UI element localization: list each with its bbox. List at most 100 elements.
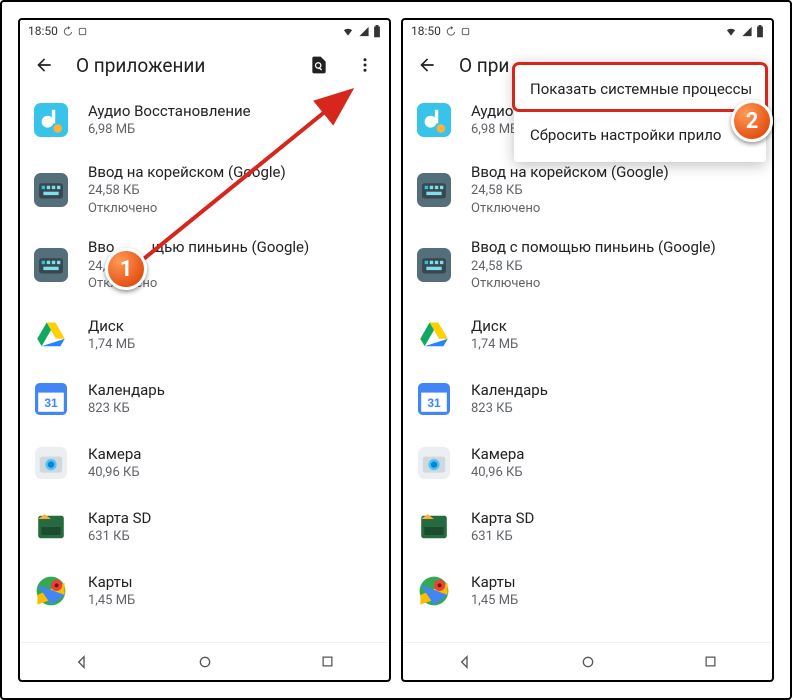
app-text: Карта SD631 КБ (471, 508, 758, 546)
app-name: Ввод на корейском (Google) (471, 162, 758, 182)
app-list: Аудио Восстановление6,98 МБ Ввод на корей… (20, 88, 389, 642)
find-in-page-icon[interactable] (305, 51, 333, 79)
calendar-icon: 31 (34, 382, 68, 416)
app-status: Отключено (471, 200, 758, 218)
app-name: Аудио Восстановление (88, 101, 375, 121)
audio-recovery-icon (417, 103, 451, 137)
app-status: Отключено (88, 200, 375, 218)
svg-text:31: 31 (44, 396, 58, 410)
app-sub: 631 КБ (88, 528, 375, 546)
wifi-icon (341, 26, 355, 37)
app-list-item[interactable]: Диск1,74 МБ (20, 303, 389, 367)
app-sub: 24,58 КБ (88, 182, 375, 200)
nav-recent[interactable] (308, 654, 348, 669)
app-name: Ввод на корейском (Google) (88, 162, 375, 182)
svg-text:31: 31 (427, 396, 441, 410)
app-sub: 823 КБ (471, 400, 758, 418)
app-text: Карты1,45 МБ (471, 572, 758, 610)
app-text: Ввод с помощью пиньинь (Google)24,58 КБО… (471, 237, 758, 292)
back-button[interactable] (30, 51, 58, 79)
nav-back[interactable] (62, 654, 102, 670)
app-text: Карта SD631 КБ (88, 508, 375, 546)
sdcard-icon (34, 510, 68, 544)
app-sub: 40,96 КБ (471, 464, 758, 482)
app-name: Диск (88, 316, 375, 336)
app-sub: 6,98 МБ (88, 121, 375, 139)
app-list-item[interactable]: 31 Календарь823 КБ (20, 367, 389, 431)
status-bar: 18:50 (403, 20, 772, 42)
calendar-icon: 31 (417, 382, 451, 416)
app-sub: 631 КБ (471, 528, 758, 546)
app-sub: 24,58 КБ (471, 258, 758, 276)
app-name: Карты (471, 572, 758, 592)
sdcard-icon (417, 510, 451, 544)
app-name: Календарь (471, 380, 758, 400)
app-text: Ввод на корейском (Google)24,58 КБОтключ… (88, 162, 375, 217)
maps-icon (417, 574, 451, 608)
keyboard-pinyin-icon (34, 248, 68, 282)
app-name: Карта SD (471, 508, 758, 528)
app-sub: 1,74 МБ (471, 336, 758, 354)
app-list-item[interactable]: Вво щью пиньинь (Google)24,58 КБОтключен… (20, 227, 389, 302)
app-list-item[interactable]: Карты1,45 МБ (403, 559, 772, 623)
app-text: Диск1,74 МБ (88, 316, 375, 354)
app-name: Камера (88, 444, 375, 464)
app-text: Камера40,96 КБ (471, 444, 758, 482)
app-list-item[interactable]: Камера40,96 КБ (403, 431, 772, 495)
nav-recent[interactable] (691, 654, 731, 669)
app-name: Камера (471, 444, 758, 464)
history-icon (62, 26, 73, 37)
signal-icon (358, 26, 370, 37)
app-list: Аудио Восстановление6,98 МБВвод на корей… (403, 88, 772, 642)
audio-recovery-icon (34, 103, 68, 137)
wifi-icon (724, 26, 738, 37)
app-list-item[interactable]: Диск1,74 МБ (403, 303, 772, 367)
alarm-icon (77, 26, 88, 37)
nav-home[interactable] (568, 654, 608, 670)
keyboard-icon (34, 173, 68, 207)
overflow-menu: Показать системные процессы Сбросить нас… (514, 62, 766, 162)
app-text: Календарь823 КБ (471, 380, 758, 418)
back-button[interactable] (413, 51, 441, 79)
status-bar: 18:50 (20, 20, 389, 42)
app-list-item[interactable]: Карты1,45 МБ (20, 559, 389, 623)
overflow-menu-icon[interactable] (351, 51, 379, 79)
status-time: 18:50 (28, 24, 58, 38)
app-sub: 40,96 КБ (88, 464, 375, 482)
camera-icon (417, 446, 451, 480)
page-title: О приложении (76, 54, 287, 77)
app-text: Камера40,96 КБ (88, 444, 375, 482)
navigation-bar (20, 642, 389, 680)
app-sub: 823 КБ (88, 400, 375, 418)
app-sub: 1,45 МБ (88, 592, 375, 610)
app-list-item[interactable]: Ввод на корейском (Google)24,58 КБОтключ… (403, 152, 772, 227)
nav-back[interactable] (445, 654, 485, 670)
battery-icon (373, 25, 381, 38)
navigation-bar (403, 642, 772, 680)
app-list-item[interactable]: Камера40,96 КБ (20, 431, 389, 495)
history-icon (445, 26, 456, 37)
battery-icon (756, 25, 764, 38)
menu-reset-prefs[interactable]: Сбросить настройки прило (514, 112, 766, 158)
app-bar: О приложении (20, 42, 389, 88)
alarm-icon (460, 26, 471, 37)
drive-icon (417, 318, 451, 352)
app-list-item[interactable]: Карта SD631 КБ (403, 495, 772, 559)
annotation-badge-1: 1 (105, 248, 147, 290)
app-list-item[interactable]: Карта SD631 КБ (20, 495, 389, 559)
app-list-item[interactable]: 31 Календарь823 КБ (403, 367, 772, 431)
app-name: Календарь (88, 380, 375, 400)
app-list-item[interactable]: Ввод с помощью пиньинь (Google)24,58 КБО… (403, 227, 772, 302)
app-name: Карта SD (88, 508, 375, 528)
app-list-item[interactable]: Ввод на корейском (Google)24,58 КБОтключ… (20, 152, 389, 227)
app-name: Диск (471, 316, 758, 336)
app-sub: 24,58 КБ (471, 182, 758, 200)
keyboard-icon (417, 173, 451, 207)
signal-icon (741, 26, 753, 37)
app-text: Диск1,74 МБ (471, 316, 758, 354)
nav-home[interactable] (185, 654, 225, 670)
app-text: Календарь823 КБ (88, 380, 375, 418)
app-text: Ввод на корейском (Google)24,58 КБОтключ… (471, 162, 758, 217)
menu-show-system[interactable]: Показать системные процессы (514, 66, 766, 112)
app-list-item[interactable]: Аудио Восстановление6,98 МБ (20, 88, 389, 152)
